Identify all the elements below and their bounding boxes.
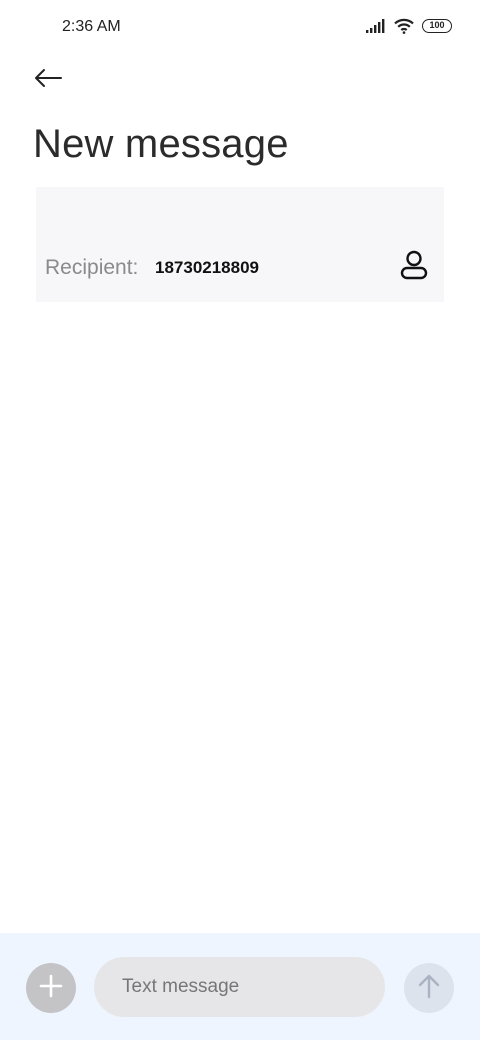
page-title: New message	[33, 122, 289, 166]
signal-icon	[366, 19, 386, 33]
send-button[interactable]	[404, 963, 454, 1013]
recipient-panel: Recipient: 18730218809	[36, 187, 444, 302]
wifi-icon	[394, 18, 414, 34]
new-message-screen: 2:36 AM 100 New message Recipient: 18730…	[0, 0, 480, 1040]
compose-bar	[0, 933, 480, 1040]
plus-icon	[39, 974, 63, 1003]
select-contact-button[interactable]	[396, 247, 432, 287]
status-bar: 2:36 AM 100	[0, 0, 480, 56]
back-button[interactable]	[26, 60, 70, 100]
recipient-field[interactable]: 18730218809	[155, 258, 259, 278]
person-icon	[400, 250, 428, 285]
arrow-left-icon	[34, 68, 62, 93]
battery-icon: 100	[422, 19, 452, 33]
add-attachment-button[interactable]	[26, 963, 76, 1013]
status-time: 2:36 AM	[62, 18, 121, 35]
message-input[interactable]	[94, 957, 385, 1017]
status-icons: 100	[366, 18, 452, 34]
arrow-up-icon	[417, 973, 441, 1004]
recipient-label: Recipient:	[45, 256, 139, 279]
